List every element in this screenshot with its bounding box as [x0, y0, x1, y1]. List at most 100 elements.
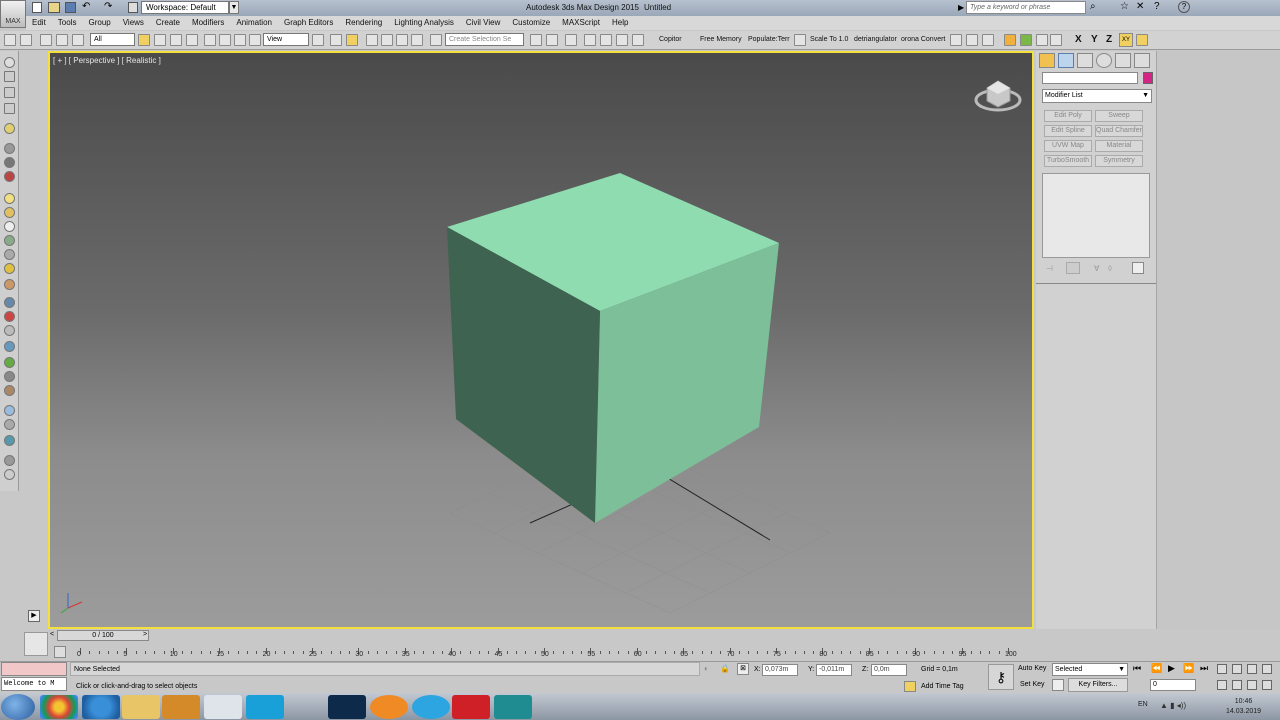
language-indicator[interactable]: EN: [1138, 701, 1148, 708]
render-production-icon[interactable]: [1020, 34, 1032, 46]
field-of-view-icon[interactable]: [1217, 680, 1227, 690]
axis-y-button[interactable]: Y: [1091, 34, 1098, 45]
tool-icon-27[interactable]: [4, 469, 15, 480]
x-icon[interactable]: ✕: [1136, 1, 1144, 12]
sweep-button[interactable]: Sweep: [1095, 110, 1143, 122]
zoom-all-icon[interactable]: [1232, 664, 1242, 674]
menu-animation[interactable]: Animation: [230, 16, 278, 30]
tool-icon-5[interactable]: [4, 123, 15, 134]
tool-icon-1[interactable]: [4, 57, 15, 68]
menu-tools[interactable]: Tools: [52, 16, 83, 30]
axis-z-button[interactable]: Z: [1106, 34, 1112, 45]
tool-icon-10[interactable]: [4, 207, 15, 218]
y-coord-field[interactable]: -0,011m: [816, 664, 852, 676]
motion-tab-icon[interactable]: [1096, 53, 1112, 68]
tool-icon-4[interactable]: [4, 103, 15, 114]
tool-icon-16[interactable]: [4, 297, 15, 308]
pan-icon[interactable]: [1232, 680, 1242, 690]
link-icon[interactable]: [40, 34, 52, 46]
select-by-name-icon[interactable]: [154, 34, 166, 46]
edit-poly-button[interactable]: Edit Poly: [1044, 110, 1092, 122]
menu-help[interactable]: Help: [606, 16, 634, 30]
next-frame-icon[interactable]: ⏩: [1183, 663, 1194, 674]
quad-chamfer-button[interactable]: Quad Chamfer: [1095, 125, 1143, 137]
rotate-icon[interactable]: [219, 34, 231, 46]
set-key-button[interactable]: Set Key: [1020, 681, 1045, 688]
pivot-center-icon[interactable]: [312, 34, 324, 46]
ccleaner-icon[interactable]: [246, 695, 284, 719]
application-button[interactable]: MAX: [0, 0, 26, 28]
modify-tab-icon[interactable]: [1058, 53, 1074, 68]
tool-icon-24[interactable]: [4, 419, 15, 430]
tool-icon-9[interactable]: [4, 193, 15, 204]
detriangulator-button[interactable]: detriangulator: [854, 36, 897, 43]
display-tab-icon[interactable]: [1115, 53, 1131, 68]
key-filters-button[interactable]: Key Filters...: [1068, 678, 1128, 692]
time-tag-icon[interactable]: [904, 681, 916, 692]
configure-modifier-sets-icon[interactable]: [1132, 262, 1144, 274]
material-button[interactable]: Material: [1095, 140, 1143, 152]
tool-icon-26[interactable]: [4, 455, 15, 466]
add-time-tag[interactable]: Add Time Tag: [921, 683, 964, 690]
scale-tool-icon[interactable]: [794, 34, 806, 46]
tool-icon-14[interactable]: [4, 263, 15, 274]
tool-icon-3[interactable]: [4, 87, 15, 98]
tool-icon-18[interactable]: [4, 325, 15, 336]
spinner-snap-icon[interactable]: [411, 34, 423, 46]
perspective-viewport[interactable]: [ + ] [ Perspective ] [ Realistic ]: [48, 51, 1034, 629]
play-icon[interactable]: ▶: [1168, 663, 1175, 674]
menu-group[interactable]: Group: [82, 16, 116, 30]
select-manipulate-icon[interactable]: [330, 34, 342, 46]
make-unique-icon[interactable]: ∀: [1094, 264, 1099, 273]
tool-icon-20[interactable]: [4, 357, 15, 368]
schematic-view-icon[interactable]: [632, 34, 644, 46]
utilities-tab-icon[interactable]: [1134, 53, 1150, 68]
workspace-dropdown[interactable]: Workspace: Default: [141, 1, 229, 14]
chrome-icon[interactable]: [40, 695, 78, 719]
curve-editor-icon[interactable]: [616, 34, 628, 46]
help-icon[interactable]: ?: [1154, 1, 1160, 12]
free-memory-button[interactable]: Free Memory: [700, 36, 742, 43]
redo-toolbar-icon[interactable]: [20, 34, 32, 46]
snaps-toggle-icon[interactable]: [366, 34, 378, 46]
help-circle-icon[interactable]: ?: [1178, 1, 1190, 13]
turbosmooth-button[interactable]: TurboSmooth: [1044, 155, 1092, 167]
named-selection-set-dropdown[interactable]: Create Selection Se: [445, 33, 524, 46]
z-coord-field[interactable]: 0,0m: [871, 664, 907, 676]
go-to-start-icon[interactable]: ⏮: [1133, 663, 1141, 674]
save-file-icon[interactable]: [65, 2, 76, 13]
document-app-icon[interactable]: [204, 695, 242, 719]
render-setup-icon[interactable]: [966, 34, 978, 46]
keyboard-shortcut-override-icon[interactable]: [346, 34, 358, 46]
new-file-icon[interactable]: [32, 2, 42, 13]
material-editor-icon[interactable]: [950, 34, 962, 46]
menu-rendering[interactable]: Rendering: [339, 16, 388, 30]
key-mode-dropdown[interactable]: Selected ▼: [1052, 663, 1128, 676]
tool-icon-11[interactable]: [4, 221, 15, 232]
tool-icon-25[interactable]: [4, 435, 15, 446]
scale-to-1-button[interactable]: Scale To 1.0: [810, 36, 848, 43]
menu-modifiers[interactable]: Modifiers: [186, 16, 230, 30]
tool-icon-13[interactable]: [4, 249, 15, 260]
rendered-frame-icon[interactable]: [982, 34, 994, 46]
absolute-mode-icon[interactable]: ⊠: [737, 663, 749, 675]
track-bar[interactable]: 0 5 10 15 20 25 30 35 40 45 50 55 60 65 70 75 80 85 90 95 10…: [77, 643, 1017, 660]
remove-modifier-icon[interactable]: ◊: [1108, 264, 1112, 273]
time-slider[interactable]: 0 / 100: [57, 630, 149, 641]
project-folder-icon[interactable]: [128, 2, 138, 13]
time-slider-next[interactable]: >: [143, 631, 147, 638]
layer-explorer-icon[interactable]: [584, 34, 596, 46]
rectangular-selection-icon[interactable]: [170, 34, 182, 46]
auto-key-button[interactable]: Auto Key: [1018, 665, 1046, 672]
system-clock[interactable]: 10:46 14.03.2019: [1226, 697, 1261, 717]
axis-x-button[interactable]: X: [1075, 34, 1082, 45]
modifier-list-dropdown[interactable]: Modifier List ▼: [1042, 89, 1152, 103]
tool-icon-8[interactable]: [4, 171, 15, 182]
firefox-icon[interactable]: [370, 695, 408, 719]
zoom-extents-icon[interactable]: [1247, 664, 1257, 674]
internet-explorer-icon[interactable]: [82, 695, 120, 719]
render-iterative-icon[interactable]: [1036, 34, 1048, 46]
render-icon[interactable]: [1004, 34, 1016, 46]
window-crossing-icon[interactable]: [186, 34, 198, 46]
menu-civil-view[interactable]: Civil View: [460, 16, 507, 30]
